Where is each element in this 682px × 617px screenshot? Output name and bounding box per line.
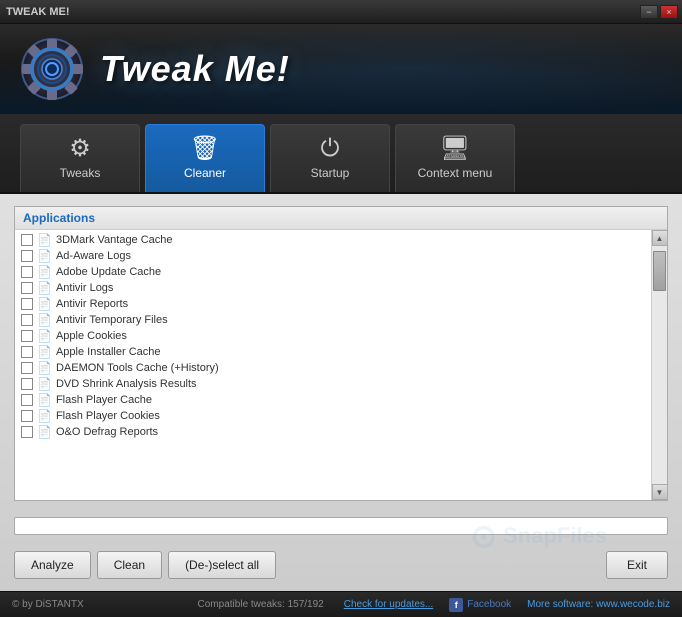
- list-item-label: Antivir Logs: [56, 282, 113, 294]
- list-item-icon: 📄: [37, 297, 52, 311]
- list-item[interactable]: 📄 DAEMON Tools Cache (+History): [15, 360, 651, 376]
- clean-button[interactable]: Clean: [97, 551, 162, 579]
- list-item-label: 3DMark Vantage Cache: [56, 234, 173, 246]
- list-item[interactable]: 📄 Ad-Aware Logs: [15, 248, 651, 264]
- list-item-icon: 📄: [37, 249, 52, 263]
- exit-button[interactable]: Exit: [606, 551, 668, 579]
- startup-icon: ⏻: [321, 137, 340, 161]
- list-item[interactable]: 📄 3DMark Vantage Cache: [15, 232, 651, 248]
- footer-compat: Compatible tweaks: 157/192: [198, 599, 324, 610]
- list-content[interactable]: 📄 3DMark Vantage Cache 📄 Ad-Aware Logs 📄…: [15, 230, 651, 500]
- tab-context-menu[interactable]: 🖥 Context menu: [395, 124, 515, 192]
- list-checkbox[interactable]: [21, 426, 33, 438]
- list-item-icon: 📄: [37, 329, 52, 343]
- close-button[interactable]: ×: [660, 5, 678, 19]
- list-item-icon: 📄: [37, 281, 52, 295]
- list-item-label: Antivir Temporary Files: [56, 314, 168, 326]
- list-item-label: O&O Defrag Reports: [56, 426, 158, 438]
- list-item[interactable]: 📄 Apple Cookies: [15, 328, 651, 344]
- main-content: Applications 📄 3DMark Vantage Cache 📄 Ad…: [0, 194, 682, 591]
- list-checkbox[interactable]: [21, 330, 33, 342]
- list-item-icon: 📄: [37, 425, 52, 439]
- footer: © by DiSTANTX Compatible tweaks: 157/192…: [0, 591, 682, 617]
- list-item-icon: 📄: [37, 345, 52, 359]
- tab-tweaks[interactable]: ⚙ Tweaks: [20, 124, 140, 192]
- list-area: 📄 3DMark Vantage Cache 📄 Ad-Aware Logs 📄…: [15, 230, 667, 500]
- tab-context-menu-label: Context menu: [418, 166, 493, 180]
- list-item[interactable]: 📄 Antivir Temporary Files: [15, 312, 651, 328]
- cleaner-icon: 🗑: [190, 137, 220, 161]
- facebook-link[interactable]: f Facebook: [449, 598, 511, 612]
- list-item-icon: 📄: [37, 233, 52, 247]
- titlebar-controls: − ×: [640, 5, 678, 19]
- list-item[interactable]: 📄 Adobe Update Cache: [15, 264, 651, 280]
- list-item[interactable]: 📄 Flash Player Cookies: [15, 408, 651, 424]
- list-item-label: DVD Shrink Analysis Results: [56, 378, 197, 390]
- list-checkbox[interactable]: [21, 266, 33, 278]
- list-checkbox[interactable]: [21, 282, 33, 294]
- scroll-down-button[interactable]: ▼: [652, 484, 668, 500]
- nav-tabs: ⚙ Tweaks 🗑 Cleaner ⏻ Startup 🖥 Context m…: [0, 114, 682, 194]
- section-header: Applications: [15, 207, 667, 230]
- footer-credit: © by DiSTANTX: [12, 599, 84, 610]
- scroll-track[interactable]: [652, 246, 667, 484]
- list-item-icon: 📄: [37, 313, 52, 327]
- list-item[interactable]: 📄 O&O Defrag Reports: [15, 424, 651, 440]
- tab-tweaks-label: Tweaks: [60, 166, 101, 180]
- list-checkbox[interactable]: [21, 234, 33, 246]
- scrollbar[interactable]: ▲ ▼: [651, 230, 667, 500]
- list-checkbox[interactable]: [21, 394, 33, 406]
- analyze-button[interactable]: Analyze: [14, 551, 91, 579]
- list-checkbox[interactable]: [21, 298, 33, 310]
- progress-section: [14, 517, 668, 535]
- progress-bar: [14, 517, 668, 535]
- list-item[interactable]: 📄 Flash Player Cache: [15, 392, 651, 408]
- context-menu-icon: 🖥: [440, 137, 470, 161]
- facebook-icon: f: [449, 598, 463, 612]
- list-checkbox[interactable]: [21, 250, 33, 262]
- list-item-icon: 📄: [37, 409, 52, 423]
- facebook-label: Facebook: [467, 599, 511, 610]
- titlebar: TWEAK ME! − ×: [0, 0, 682, 24]
- check-updates-link[interactable]: Check for updates...: [344, 599, 434, 610]
- list-item[interactable]: 📄 Antivir Logs: [15, 280, 651, 296]
- list-item-icon: 📄: [37, 377, 52, 391]
- list-item-label: Apple Installer Cache: [56, 346, 161, 358]
- tab-startup[interactable]: ⏻ Startup: [270, 124, 390, 192]
- deselect-all-button[interactable]: (De-)select all: [168, 551, 276, 579]
- more-software-link[interactable]: More software: www.wecode.biz: [527, 599, 670, 610]
- tab-startup-label: Startup: [311, 166, 350, 180]
- tab-cleaner[interactable]: 🗑 Cleaner: [145, 124, 265, 192]
- list-checkbox[interactable]: [21, 314, 33, 326]
- action-buttons: Analyze Clean (De-)select all Exit: [14, 551, 668, 579]
- list-item-icon: 📄: [37, 265, 52, 279]
- list-item-label: Ad-Aware Logs: [56, 250, 131, 262]
- list-item-icon: 📄: [37, 361, 52, 375]
- list-item-label: Flash Player Cache: [56, 394, 152, 406]
- app-logo: [20, 37, 85, 102]
- list-checkbox[interactable]: [21, 346, 33, 358]
- tab-cleaner-label: Cleaner: [184, 166, 226, 180]
- scroll-up-button[interactable]: ▲: [652, 230, 668, 246]
- list-checkbox[interactable]: [21, 362, 33, 374]
- titlebar-title: TWEAK ME!: [6, 6, 70, 18]
- list-item-label: Adobe Update Cache: [56, 266, 161, 278]
- list-item[interactable]: 📄 Apple Installer Cache: [15, 344, 651, 360]
- list-item-label: DAEMON Tools Cache (+History): [56, 362, 219, 374]
- scroll-thumb[interactable]: [653, 251, 666, 291]
- minimize-button[interactable]: −: [640, 5, 658, 19]
- app-header: Tweak Me!: [0, 24, 682, 114]
- list-item-icon: 📄: [37, 393, 52, 407]
- list-item[interactable]: 📄 Antivir Reports: [15, 296, 651, 312]
- list-item-label: Apple Cookies: [56, 330, 127, 342]
- app-title: Tweak Me!: [100, 48, 290, 90]
- list-checkbox[interactable]: [21, 410, 33, 422]
- tweaks-icon: ⚙: [69, 137, 91, 161]
- list-checkbox[interactable]: [21, 378, 33, 390]
- applications-section: Applications 📄 3DMark Vantage Cache 📄 Ad…: [14, 206, 668, 501]
- list-item[interactable]: 📄 DVD Shrink Analysis Results: [15, 376, 651, 392]
- list-item-label: Flash Player Cookies: [56, 410, 160, 422]
- list-item-label: Antivir Reports: [56, 298, 128, 310]
